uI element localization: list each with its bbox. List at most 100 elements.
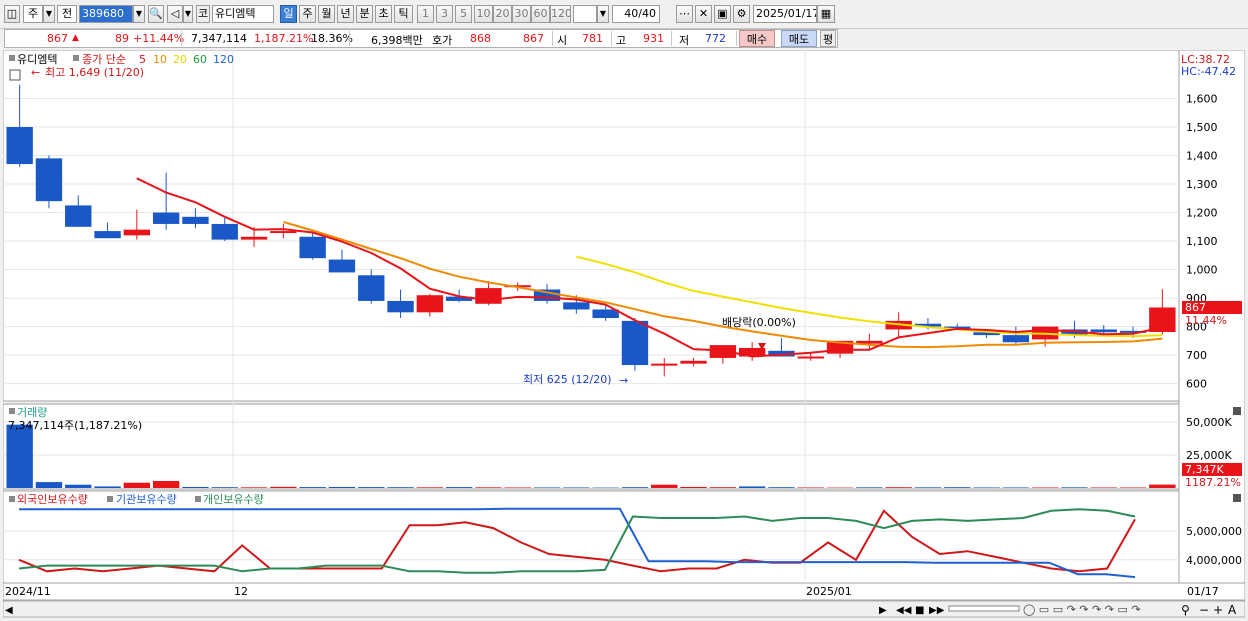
search-icon[interactable]: 🔍 — [148, 5, 164, 23]
period-day-button[interactable]: 일 — [280, 5, 297, 23]
candle-body — [240, 236, 268, 240]
low-price: 772 — [705, 32, 726, 45]
candle-body — [387, 300, 414, 313]
interval-5-button[interactable]: 5 — [455, 5, 472, 23]
period-minute-button[interactable]: 분 — [356, 5, 373, 23]
high-annotation-arrow: ← — [31, 66, 40, 79]
layout-icon[interactable]: ◫ — [4, 5, 20, 23]
interval-3-button[interactable]: 3 — [436, 5, 453, 23]
sound-icon[interactable]: ◁ — [167, 5, 183, 23]
open-label: 시 — [557, 34, 568, 47]
panel-close-icon[interactable] — [1233, 494, 1241, 502]
code-dropdown-icon[interactable]: ▼ — [133, 5, 145, 23]
volume-bar — [416, 487, 444, 488]
price-tick-label: 1,300 — [1186, 178, 1218, 191]
volume-tick-label: 50,000K — [1186, 416, 1232, 429]
candle-body — [1002, 335, 1030, 343]
ma60-legend: 60 — [193, 53, 207, 66]
volume-bar — [768, 487, 795, 488]
period-month-button[interactable]: 월 — [318, 5, 335, 23]
interval-120-button[interactable]: 120 — [550, 5, 571, 23]
volume-bar — [6, 424, 33, 488]
volume-last-tag-text: 7,347K — [1185, 463, 1224, 476]
drawing-tools-icon[interactable]: ◯ ▭ ▭ ↷ ↷ ↷ ↷ ▭ ↷ — [1023, 603, 1141, 616]
stock-code-input[interactable]: 389680 — [79, 5, 133, 23]
legend-box-icon — [9, 496, 15, 502]
period-tick-button[interactable]: 틱 — [394, 5, 413, 23]
buy-button[interactable]: 매수 — [739, 30, 775, 47]
volume-panel[interactable] — [2, 403, 1180, 490]
panel-close-icon[interactable] — [1233, 407, 1241, 415]
font-size-icon[interactable]: A — [1228, 603, 1237, 617]
interval-60-button[interactable]: 60 — [531, 5, 550, 23]
hc-value: HC:-47.42 — [1181, 65, 1236, 78]
price-tick-label: 1,500 — [1186, 121, 1218, 134]
volume-bar — [1149, 484, 1176, 488]
sound-dropdown-icon[interactable]: ▼ — [183, 5, 193, 23]
period-year-button[interactable]: 년 — [337, 5, 354, 23]
period-week-button[interactable]: 주 — [299, 5, 316, 23]
sell-button[interactable]: 매도 — [781, 30, 817, 47]
scroll-left-icon[interactable]: ◀ — [5, 605, 13, 616]
x-label-2025-01: 2025/01 — [806, 585, 852, 598]
volume-bar — [299, 487, 326, 488]
volume-bar — [1090, 487, 1117, 488]
candle-body — [211, 223, 238, 240]
price-panel-name: 유디엠텍 — [17, 53, 57, 66]
price-panel[interactable] — [2, 49, 1180, 402]
volume-bar — [914, 487, 942, 488]
stop-icon[interactable]: ■ — [915, 605, 924, 616]
period-prefix-select[interactable]: 전 — [57, 5, 77, 23]
volume-bar — [504, 487, 531, 488]
volume-bar — [621, 487, 649, 488]
high-label: 고 — [616, 34, 627, 47]
market-select[interactable]: 주 — [23, 5, 43, 23]
interval-20-button[interactable]: 20 — [493, 5, 512, 23]
chart-area[interactable]: 600 700 800 900 1,000 1,100 1,200 1,300 1,400 1,5… — [2, 49, 1246, 618]
holding-panel[interactable] — [2, 490, 1180, 584]
candle-body — [475, 288, 502, 304]
volume-bar — [211, 487, 238, 488]
price-tick-label: 1,400 — [1186, 150, 1218, 163]
legend-box-icon — [9, 55, 15, 61]
volume-rate-tag: 1187.21% — [1185, 476, 1241, 489]
period-second-button[interactable]: 초 — [375, 5, 392, 23]
line-tool-icon[interactable]: ✕ — [695, 5, 712, 23]
volume-bar — [738, 486, 766, 488]
jump-end-icon[interactable]: ▶▶ — [929, 605, 945, 616]
jump-start-icon[interactable]: ◀◀ — [896, 605, 912, 616]
calendar-icon[interactable]: ▦ — [817, 5, 835, 23]
eval-button[interactable]: 평 — [820, 30, 836, 47]
price-tick-label: 1,200 — [1186, 207, 1218, 220]
save-icon[interactable]: ▣ — [714, 5, 731, 23]
scroll-right-icon[interactable]: ▶ — [879, 605, 887, 616]
interval-custom-input[interactable] — [573, 5, 597, 23]
zoom-in-icon[interactable]: + — [1213, 603, 1223, 617]
stock-name: 유디엠텍 — [212, 5, 274, 23]
candle-body — [299, 236, 326, 259]
change-rate: +11.44% — [133, 32, 185, 45]
market-dropdown-icon[interactable]: ▼ — [43, 5, 55, 23]
interval-dropdown-icon[interactable]: ▼ — [597, 5, 609, 23]
chart-tool-icon[interactable]: ⋯ — [676, 5, 693, 23]
candle-body — [797, 356, 824, 359]
price-tick-label: 600 — [1186, 378, 1207, 391]
zoom-out-icon[interactable]: − — [1199, 603, 1209, 617]
calendar-icon[interactable] — [9, 69, 21, 81]
price-tick-label: 700 — [1186, 349, 1207, 362]
volume-bar — [856, 487, 883, 488]
data-count-field[interactable]: 40/40 — [612, 5, 660, 23]
candle-body — [358, 275, 385, 301]
interval-30-button[interactable]: 30 — [512, 5, 531, 23]
interval-10-button[interactable]: 10 — [474, 5, 493, 23]
volume-bar — [651, 484, 678, 488]
volume-bar — [328, 486, 356, 488]
magnifier-icon[interactable]: ⚲ — [1181, 603, 1190, 617]
foreign-holding-legend: 외국인보유수량 — [17, 493, 88, 506]
interval-1-button[interactable]: 1 — [417, 5, 434, 23]
zoom-slider[interactable] — [948, 605, 1020, 612]
date-field[interactable]: 2025/01/17 — [753, 5, 817, 23]
volume-bar — [387, 487, 414, 488]
gear-icon[interactable]: ⚙ — [733, 5, 750, 23]
candle-body — [328, 259, 356, 273]
